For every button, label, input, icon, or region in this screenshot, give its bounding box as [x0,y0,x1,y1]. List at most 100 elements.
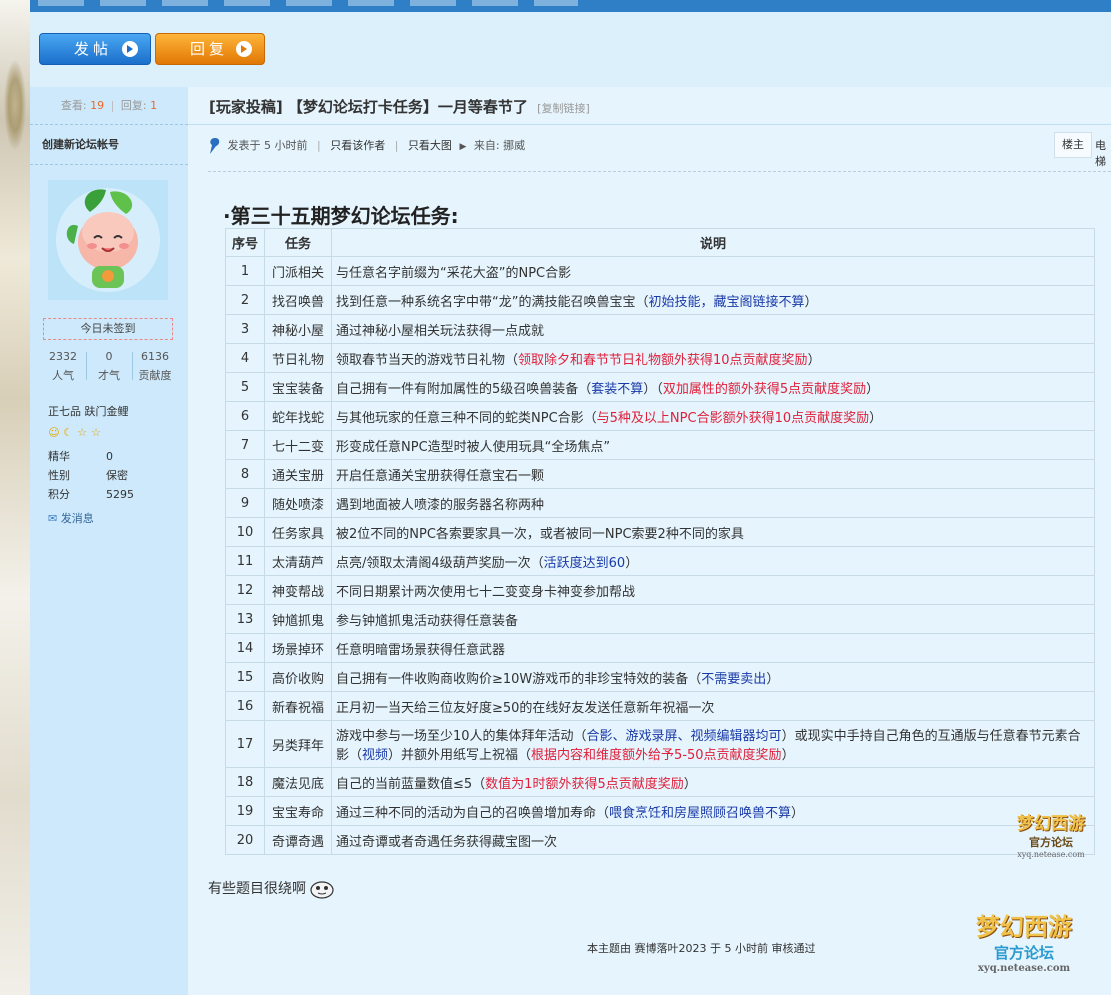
description-segment: ） [866,381,880,397]
watermark-sub: 官方论坛 [993,944,1054,962]
description-segment: 游戏中参与一场至少10人的集体拜年活动（ [336,729,587,744]
description-segment: ）（ [643,381,663,397]
task-name: 钟馗抓鬼 [264,604,332,634]
task-name: 随处喷漆 [264,488,332,518]
description-segment: 活跃度达到60 [543,555,626,571]
task-description: 自己拥有一件收购商收购价≥10W游戏币的非珍宝特效的装备（不需要卖出） [331,662,1095,692]
reply-button[interactable]: 回复 [155,33,265,65]
description-segment: 自己的当前蓝量数值≤5（ [336,776,486,792]
star-icon: ☆ [77,426,87,439]
create-account-link[interactable]: 创建新论坛帐号 [42,136,119,152]
description-segment: ） [869,410,883,426]
description-segment: 通过三种不同的活动为自己的召唤兽增加寿命（ [336,805,610,821]
emoji-icon [310,879,335,899]
description-segment: ） [683,776,697,792]
watermark-logo: 梦幻西游 [1017,814,1085,834]
col-number: 序号 [225,228,265,257]
online-status-icon [208,137,222,155]
task-number: 16 [225,691,265,721]
description-segment: 开启任意通关宝册获得任意宝石一颗 [336,468,545,484]
table-row: 8 通关宝册 开启任意通关宝册获得任意宝石一颗 [225,459,1095,489]
description-segment: ） [807,352,821,368]
task-name: 高价收购 [264,662,332,692]
description-segment: ） [625,555,639,571]
table-row: 17 另类拜年 游戏中参与一场至少10人的集体拜年活动（合影、游戏录屏、视频编辑器均… [225,720,1095,768]
description-segment: 自己拥有一件有附加属性的5级召唤兽装备（ [336,381,592,397]
post-meta: 发表于 5 小时前 | 只看该作者 | 只看大图 ▶ 来自: 挪威 [208,137,525,157]
stat-talent: 0 才气 [98,350,120,382]
watermark-logo: 梦幻西游 [976,912,1072,941]
description-segment: 找到任意一种系统名字中带“龙”的满技能召唤兽宝宝（ [336,294,649,310]
task-name: 神变帮战 [264,575,332,605]
big-image-link[interactable]: 只看大图 [408,139,452,152]
task-description: 开启任意通关宝册获得任意宝石一颗 [331,459,1095,489]
task-number: 17 [225,720,265,768]
task-description: 通过奇谭或者奇遇任务获得藏宝图一次 [331,825,1095,855]
task-number: 3 [225,314,265,344]
table-row: 6 蛇年找蛇 与其他玩家的任意三种不同的蛇类NPC合影（与5种及以上NPC合影额外获… [225,401,1095,431]
table-row: 14 场景掉环 任意明暗雷场景获得任意武器 [225,633,1095,663]
send-message-link[interactable]: ✉ 发消息 [48,510,94,526]
table-row: 12 神变帮战 不同日期累计两次使用七十二变变身卡神变参加帮战 [225,575,1095,605]
task-number: 20 [225,825,265,855]
task-name: 通关宝册 [264,459,332,489]
arrow-circle-icon [122,41,138,57]
task-number: 10 [225,517,265,547]
task-description: 正月初一当天给三位友好度≥50的在线好友发送任意新年祝福一次 [331,691,1095,721]
elevator-link[interactable]: 电梯 [1095,137,1111,169]
task-number: 5 [225,372,265,402]
view-reply-stats: 查看: 19 | 回复: 1 [30,87,188,125]
description-segment: 合影、游戏录屏、视频编辑器均可 [586,729,782,744]
description-segment: 与其他玩家的任意三种不同的蛇类NPC合影（ [336,410,597,426]
copy-link[interactable]: [复制链接] [537,102,590,115]
post-button[interactable]: 发帖 [39,33,151,65]
table-row: 16 新春祝福 正月初一当天给三位友好度≥50的在线好友发送任意新年祝福一次 [225,691,1095,721]
task-description: 游戏中参与一场至少10人的集体拜年活动（合影、游戏录屏、视频编辑器均可）或现实中… [331,720,1095,768]
description-segment: 双加属性的额外获得5点贡献度奖励 [662,381,867,397]
avatar[interactable] [48,180,168,300]
task-number: 15 [225,662,265,692]
task-number: 12 [225,575,265,605]
reply-count: 1 [150,99,158,112]
task-number: 13 [225,604,265,634]
task-description: 参与钟馗抓鬼活动获得任意装备 [331,604,1095,634]
post-source: 挪威 [503,139,526,152]
watermark-sub: 官方论坛 [1029,836,1073,849]
table-row: 7 七十二变 形变成任意NPC造型时被人使用玩具“全场焦点” [225,430,1095,460]
table-row: 2 找召唤兽 找到任意一种系统名字中带“龙”的满技能召唤兽宝宝（初始技能，藏宝阁链接… [225,285,1095,315]
description-segment: 正月初一当天给三位友好度≥50的在线好友发送任意新年祝福一次 [336,700,715,716]
divider [30,164,188,165]
task-name: 宝宝装备 [264,372,332,402]
task-name: 另类拜年 [264,720,332,768]
floor-badge: 楼主 [1054,132,1092,158]
task-name: 找召唤兽 [264,285,332,315]
post-remark: 有些题目很绕啊 [208,878,335,899]
only-author-link[interactable]: 只看该作者 [330,139,385,152]
table-row: 9 随处喷漆 遇到地面被人喷漆的服务器名称两种 [225,488,1095,518]
task-number: 18 [225,767,265,797]
task-description: 点亮/领取太清阁4级葫芦奖励一次（活跃度达到60） [331,546,1095,576]
table-row: 5 宝宝装备 自己拥有一件有附加属性的5级召唤兽装备（套装不算）（双加属性的额外获得… [225,372,1095,402]
description-segment: 喂食烹饪和房屋照顾召唤兽不算 [609,805,792,821]
top-breadcrumb-bar [30,0,1111,12]
description-segment: ） [781,748,795,763]
task-name: 奇谭奇遇 [264,825,332,855]
info-essence: 精华 0 [48,450,113,463]
description-segment: 点亮/领取太清阁4级葫芦奖励一次（ [336,555,544,571]
task-description: 与任意名字前缀为“采花大盗”的NPC合影 [331,256,1095,286]
task-description: 自己的当前蓝量数值≤5（数值为1时额外获得5点贡献度奖励） [331,767,1095,797]
post-time: 发表于 5 小时前 [227,139,308,152]
task-number: 7 [225,430,265,460]
signin-status[interactable]: 今日未签到 [43,318,173,340]
envelope-icon: ✉ [48,512,58,525]
background-decoration [0,0,30,995]
task-name: 魔法见底 [264,767,332,797]
task-description: 与其他玩家的任意三种不同的蛇类NPC合影（与5种及以上NPC合影额外获得10点贡… [331,401,1095,431]
task-description: 遇到地面被人喷漆的服务器名称两种 [331,488,1095,518]
table-row: 3 神秘小屋 通过神秘小屋相关玩法获得一点成就 [225,314,1095,344]
task-number: 14 [225,633,265,663]
task-name: 神秘小屋 [264,314,332,344]
task-description: 形变成任意NPC造型时被人使用玩具“全场焦点” [331,430,1095,460]
task-description: 通过神秘小屋相关玩法获得一点成就 [331,314,1095,344]
task-number: 19 [225,796,265,826]
